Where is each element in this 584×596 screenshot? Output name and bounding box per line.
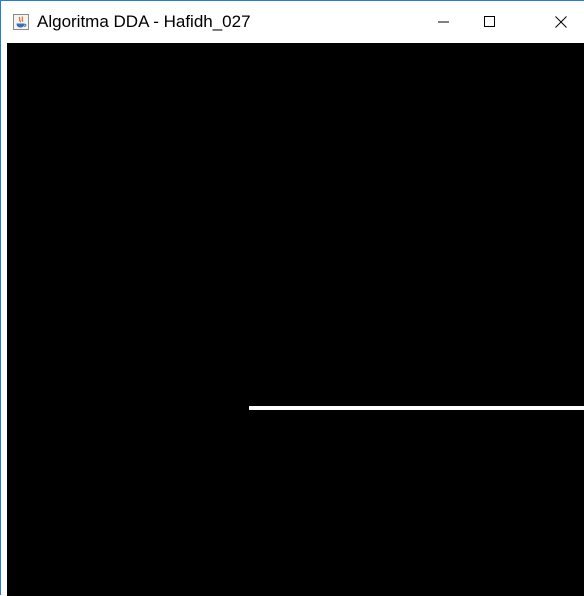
application-window: Algoritma DDA - Hafidh_027 [0,0,584,596]
minimize-icon [438,16,450,28]
java-icon[interactable] [13,14,29,30]
maximize-icon [484,16,496,28]
close-icon [555,16,567,28]
title-bar[interactable]: Algoritma DDA - Hafidh_027 [1,1,584,43]
window-title: Algoritma DDA - Hafidh_027 [37,12,251,31]
drawing-canvas [7,43,584,596]
minimize-button[interactable] [421,1,467,43]
dda-line [249,406,584,410]
close-button[interactable] [538,1,584,43]
maximize-button[interactable] [467,1,513,43]
